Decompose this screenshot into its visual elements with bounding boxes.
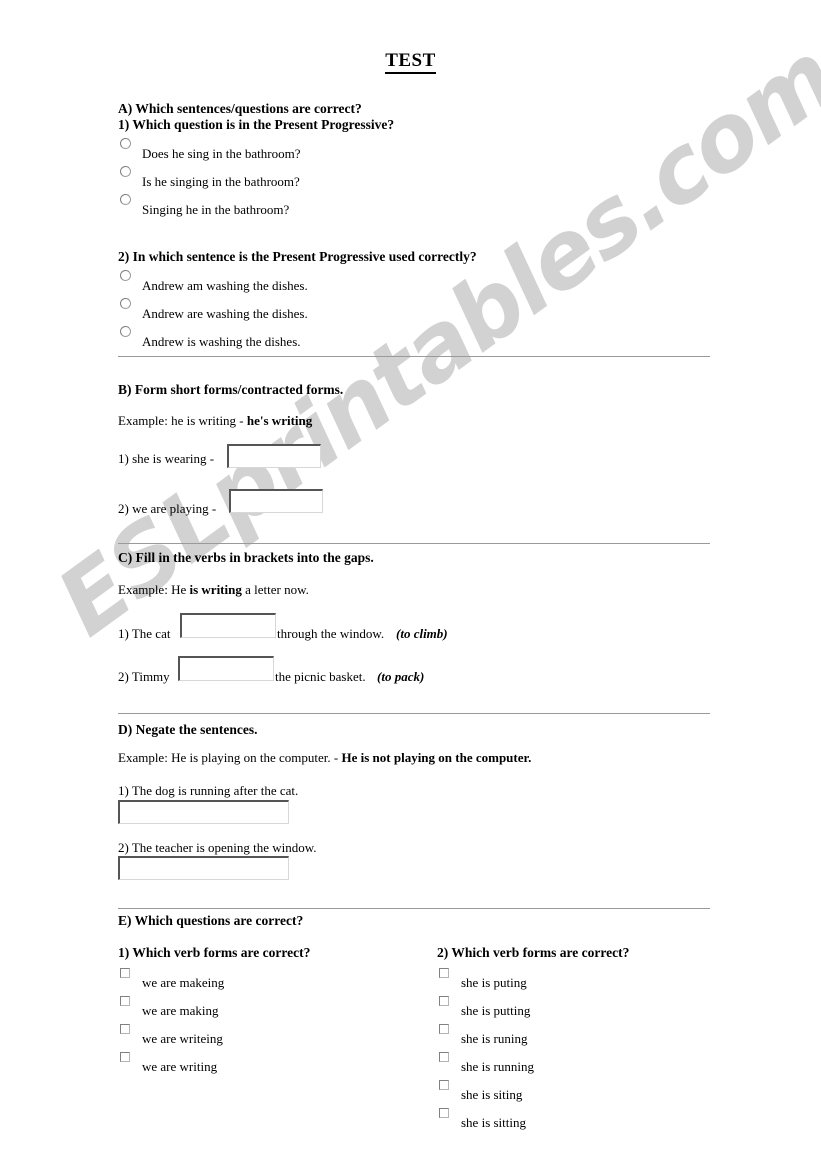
checkbox-icon[interactable] bbox=[120, 996, 130, 1006]
section-e-q1-heading-text: 1) Which verb forms are correct? bbox=[118, 945, 311, 960]
section-c-example-prefix: Example: He bbox=[118, 582, 190, 597]
section-c-item-1-hint: (to climb) bbox=[396, 626, 448, 641]
section-c-item-1-after: through the window. bbox=[277, 626, 385, 641]
section-c-example: Example: He is writing a letter now. bbox=[118, 582, 309, 598]
section-divider-c-d bbox=[118, 713, 710, 714]
section-e-q2-heading: 2) Which verb forms are correct? bbox=[437, 945, 629, 961]
checkbox-icon[interactable] bbox=[439, 1052, 449, 1062]
checkbox-option-label: we are writeing bbox=[142, 1031, 223, 1046]
section-c-item-2-hint: (to pack) bbox=[377, 669, 425, 684]
section-d-heading: D) Negate the sentences. bbox=[118, 722, 258, 737]
section-d-item-2-input[interactable] bbox=[118, 856, 289, 880]
checkbox-option-label: she is running bbox=[461, 1059, 534, 1074]
checkbox-option-label: she is runing bbox=[461, 1031, 528, 1046]
checkbox-icon[interactable] bbox=[439, 996, 449, 1006]
section-b-example-answer: he's writing bbox=[246, 413, 313, 428]
section-b-item-2-input[interactable] bbox=[229, 489, 323, 513]
page-title-text: TEST bbox=[385, 50, 436, 74]
checkbox-icon[interactable] bbox=[120, 968, 130, 978]
checkbox-option-label: she is siting bbox=[461, 1087, 523, 1102]
radio-icon[interactable] bbox=[120, 326, 131, 337]
checkbox-icon[interactable] bbox=[439, 1080, 449, 1090]
section-c-item-1-before: 1) The cat bbox=[118, 626, 171, 641]
section-e-q1-heading: 1) Which verb forms are correct? bbox=[118, 945, 310, 961]
section-e-q2-heading-text: 2) Which verb forms are correct? bbox=[437, 945, 630, 960]
radio-icon[interactable] bbox=[120, 270, 131, 281]
section-c-heading: C) Fill in the verbs in brackets into th… bbox=[118, 550, 374, 565]
page-title: TEST bbox=[0, 50, 821, 74]
checkbox-icon[interactable] bbox=[120, 1024, 130, 1034]
section-c-item-2-input[interactable] bbox=[178, 656, 274, 681]
checkbox-option-label: we are makeing bbox=[142, 975, 225, 990]
section-d-example-answer: He is not playing on the computer. bbox=[341, 750, 532, 765]
checkbox-icon[interactable] bbox=[439, 1024, 449, 1034]
section-b-example: Example: he is writing - he's writing bbox=[118, 413, 312, 429]
section-divider-d-e bbox=[118, 908, 710, 909]
section-b-example-prefix: Example: he is writing - bbox=[118, 413, 247, 428]
section-d-example-prefix: Example: He is playing on the computer. … bbox=[118, 750, 342, 765]
section-d-example: Example: He is playing on the computer. … bbox=[118, 750, 531, 766]
section-a-q1-heading: 1) Which question is in the Present Prog… bbox=[118, 117, 395, 132]
checkbox-option-label: she is sitting bbox=[461, 1115, 527, 1130]
checkbox-icon[interactable] bbox=[439, 968, 449, 978]
radio-option-label: Andrew are washing the dishes. bbox=[142, 306, 308, 321]
section-d-item-1-prompt: 1) The dog is running after the cat. bbox=[118, 783, 299, 798]
section-c-example-suffix: a letter now. bbox=[241, 582, 309, 597]
radio-option-label: Andrew is washing the dishes. bbox=[142, 334, 301, 349]
radio-icon[interactable] bbox=[120, 138, 131, 149]
section-b-item-1-prompt: 1) she is wearing - bbox=[118, 451, 215, 466]
section-divider-b-c bbox=[118, 543, 710, 544]
section-e-heading: E) Which questions are correct? bbox=[118, 913, 304, 928]
worksheet-page: TEST A) Which sentences/questions are co… bbox=[0, 0, 821, 1169]
section-b-heading: B) Form short forms/contracted forms. bbox=[118, 382, 344, 397]
checkbox-option-label: she is puting bbox=[461, 975, 527, 990]
section-d-item-1-input[interactable] bbox=[118, 800, 289, 824]
section-divider-a-b bbox=[118, 356, 710, 357]
radio-icon[interactable] bbox=[120, 194, 131, 205]
section-a-q2-heading: 2) In which sentence is the Present Prog… bbox=[118, 249, 477, 264]
checkbox-icon[interactable] bbox=[120, 1052, 130, 1062]
radio-option-label: Singing he in the bathroom? bbox=[142, 202, 290, 217]
section-c-item-2-after: the picnic basket. bbox=[275, 669, 366, 684]
radio-icon[interactable] bbox=[120, 298, 131, 309]
checkbox-option-label: she is putting bbox=[461, 1003, 531, 1018]
radio-icon[interactable] bbox=[120, 166, 131, 177]
checkbox-option-label: we are writing bbox=[142, 1059, 218, 1074]
radio-option-label: Does he sing in the bathroom? bbox=[142, 146, 301, 161]
section-c-example-bold: is writing bbox=[189, 582, 242, 597]
checkbox-option-label: we are making bbox=[142, 1003, 219, 1018]
section-b-item-1-input[interactable] bbox=[227, 444, 321, 468]
section-a-heading: A) Which sentences/questions are correct… bbox=[118, 101, 362, 116]
section-c-item-2-before: 2) Timmy bbox=[118, 669, 170, 684]
section-b-item-2-prompt: 2) we are playing - bbox=[118, 501, 217, 516]
radio-option-label: Andrew am washing the dishes. bbox=[142, 278, 308, 293]
section-d-item-2-prompt: 2) The teacher is opening the window. bbox=[118, 840, 317, 855]
section-c-item-1-input[interactable] bbox=[180, 613, 276, 638]
checkbox-icon[interactable] bbox=[439, 1108, 449, 1118]
radio-option-label: Is he singing in the bathroom? bbox=[142, 174, 300, 189]
